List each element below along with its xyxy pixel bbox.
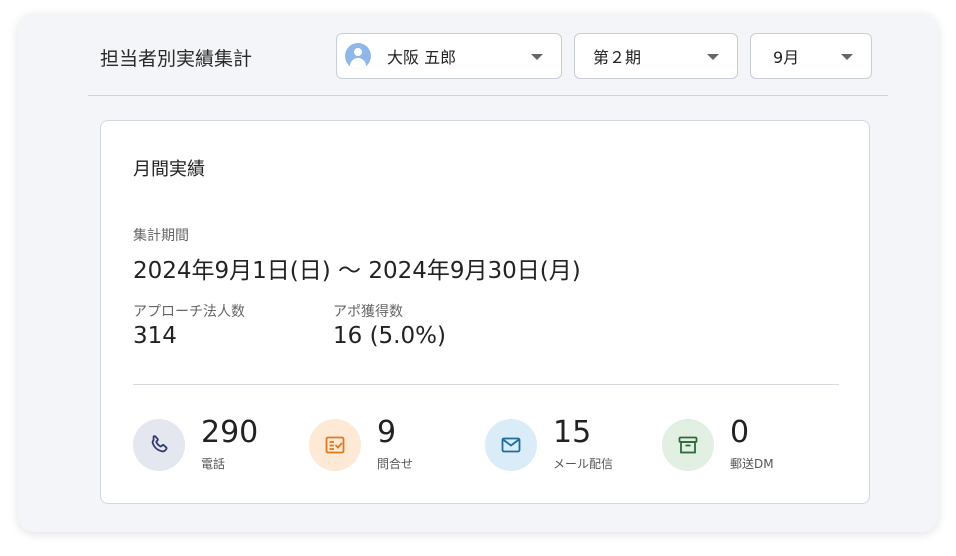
stat-label: メール配信 [553,457,614,471]
chevron-down-icon [531,54,543,60]
stat-label: 電話 [201,457,226,471]
form-check-icon [309,419,361,471]
appointment-value: 16 (5.0%) [333,323,446,349]
month-select[interactable]: 9月 [750,33,872,79]
phone-icon [133,419,185,471]
period-label: 集計期間 [133,228,189,244]
stat-label: 郵送DM [730,457,774,471]
person-icon [345,43,371,69]
approach-value: 314 [133,323,177,349]
chevron-down-icon [841,54,853,60]
archive-icon [662,419,714,471]
stat-value: 9 [377,415,397,450]
stat-value: 290 [201,415,259,450]
person-select[interactable]: 大阪 五郎 [336,33,562,79]
approach-label: アプローチ法人数 [133,304,245,320]
stat-value: 15 [553,415,592,450]
chevron-down-icon [707,54,719,60]
page-title: 担当者別実績集計 [100,48,253,70]
stat-label: 問合せ [377,457,414,471]
appointment-label: アポ獲得数 [333,304,403,320]
report-panel: 担当者別実績集計 大阪 五郎 第２期 9月 月間実績 集計期間 2024年9月1… [18,14,938,532]
stat-value: 0 [730,415,750,450]
monthly-results-card: 月間実績 集計期間 2024年9月1日(日) 〜 2024年9月30日(月) ア… [100,120,870,504]
person-select-value: 大阪 五郎 [387,48,457,67]
period-value: 2024年9月1日(日) 〜 2024年9月30日(月) [133,258,581,284]
period-select[interactable]: 第２期 [574,33,738,79]
period-select-value: 第２期 [593,48,642,67]
divider [133,384,839,385]
mail-icon [485,419,537,471]
card-title: 月間実績 [133,159,205,180]
month-select-value: 9月 [773,48,800,67]
